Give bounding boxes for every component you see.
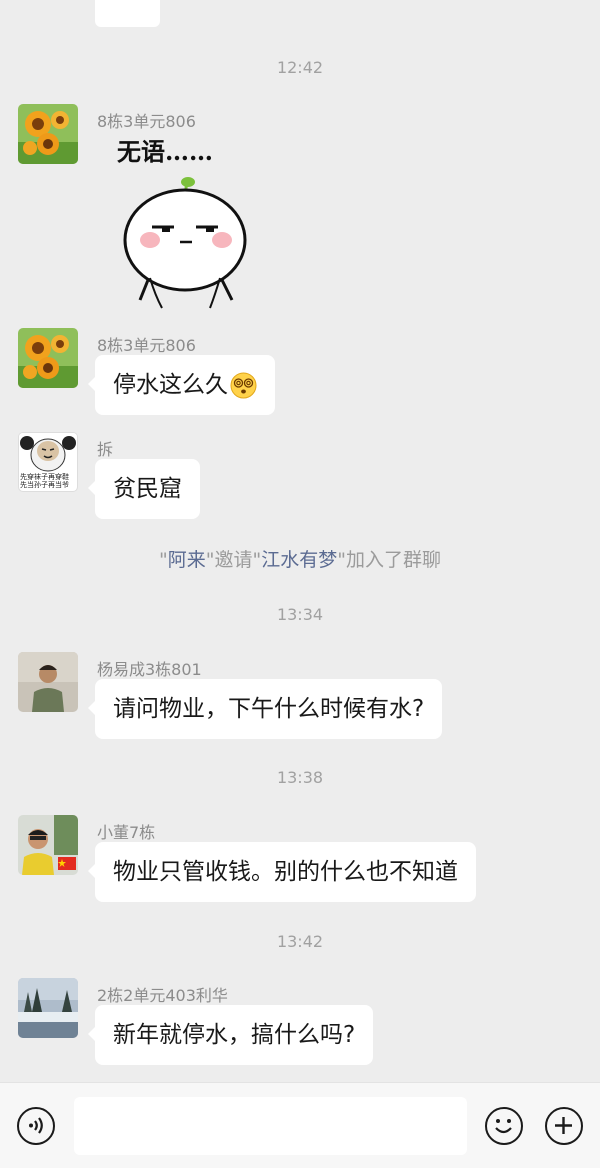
message-text: 停水这么久: [113, 372, 228, 398]
avatar-caption: 先穿袜子再穿鞋: [20, 473, 69, 481]
avatar-sunflower[interactable]: [18, 328, 78, 388]
message-bubble[interactable]: 贫民窟: [88, 459, 200, 519]
sender-name: 杨易成3栋801: [97, 660, 202, 679]
avatar-winter-lake[interactable]: [18, 978, 78, 1038]
timestamp: 12:42: [276, 58, 324, 77]
avatar-sunflower[interactable]: [18, 104, 78, 164]
sender-name: 小董7栋: [97, 823, 156, 842]
avatar-caption: 先当孙子再当爷: [20, 481, 69, 489]
avatar-man-photo[interactable]: [18, 652, 78, 712]
plus-icon[interactable]: [545, 1107, 583, 1145]
voice-icon[interactable]: [17, 1107, 55, 1145]
sender-name: 拆: [97, 440, 114, 459]
message-bubble[interactable]: 新年就停水，搞什么吗?: [87, 1005, 374, 1065]
sender-name: 8栋3单元806: [97, 112, 196, 131]
avatar-selfie-flag[interactable]: [18, 815, 78, 875]
sender-name: 8栋3单元806: [97, 336, 196, 355]
message-text: 贫民窟: [113, 476, 182, 502]
message-bubble[interactable]: 物业只管收钱。别的什么也不知道: [88, 842, 476, 902]
message-input[interactable]: [74, 1097, 467, 1155]
timestamp: 13:34: [276, 605, 324, 624]
system-notice: "阿来"邀请"江水有梦"加入了群聊: [158, 549, 442, 571]
smiley-icon[interactable]: [485, 1107, 523, 1145]
message-bubble[interactable]: 停水这么久: [88, 355, 275, 415]
speechless-bun-sticker[interactable]: 无语……: [100, 130, 265, 310]
dizzy-face-emoji: [230, 372, 257, 399]
message-bubble[interactable]: 请问物业，下午什么时候有水?: [87, 679, 443, 739]
timestamp: 13:42: [276, 932, 324, 951]
previous-message-bubble: [95, 0, 160, 27]
timestamp: 13:38: [276, 768, 324, 787]
avatar-panda-meme[interactable]: 先穿袜子再穿鞋 先当孙子再当爷: [18, 432, 78, 492]
message-text: 新年就停水，搞什么吗?: [113, 1022, 356, 1048]
inviter-name[interactable]: 阿来: [168, 549, 206, 571]
message-text: 物业只管收钱。别的什么也不知道: [113, 859, 458, 885]
invitee-name[interactable]: 江水有梦: [261, 549, 337, 571]
sender-name: 2栋2单元403利华: [97, 986, 228, 1005]
message-text: 请问物业，下午什么时候有水?: [113, 696, 425, 722]
input-bar: [0, 1082, 600, 1168]
